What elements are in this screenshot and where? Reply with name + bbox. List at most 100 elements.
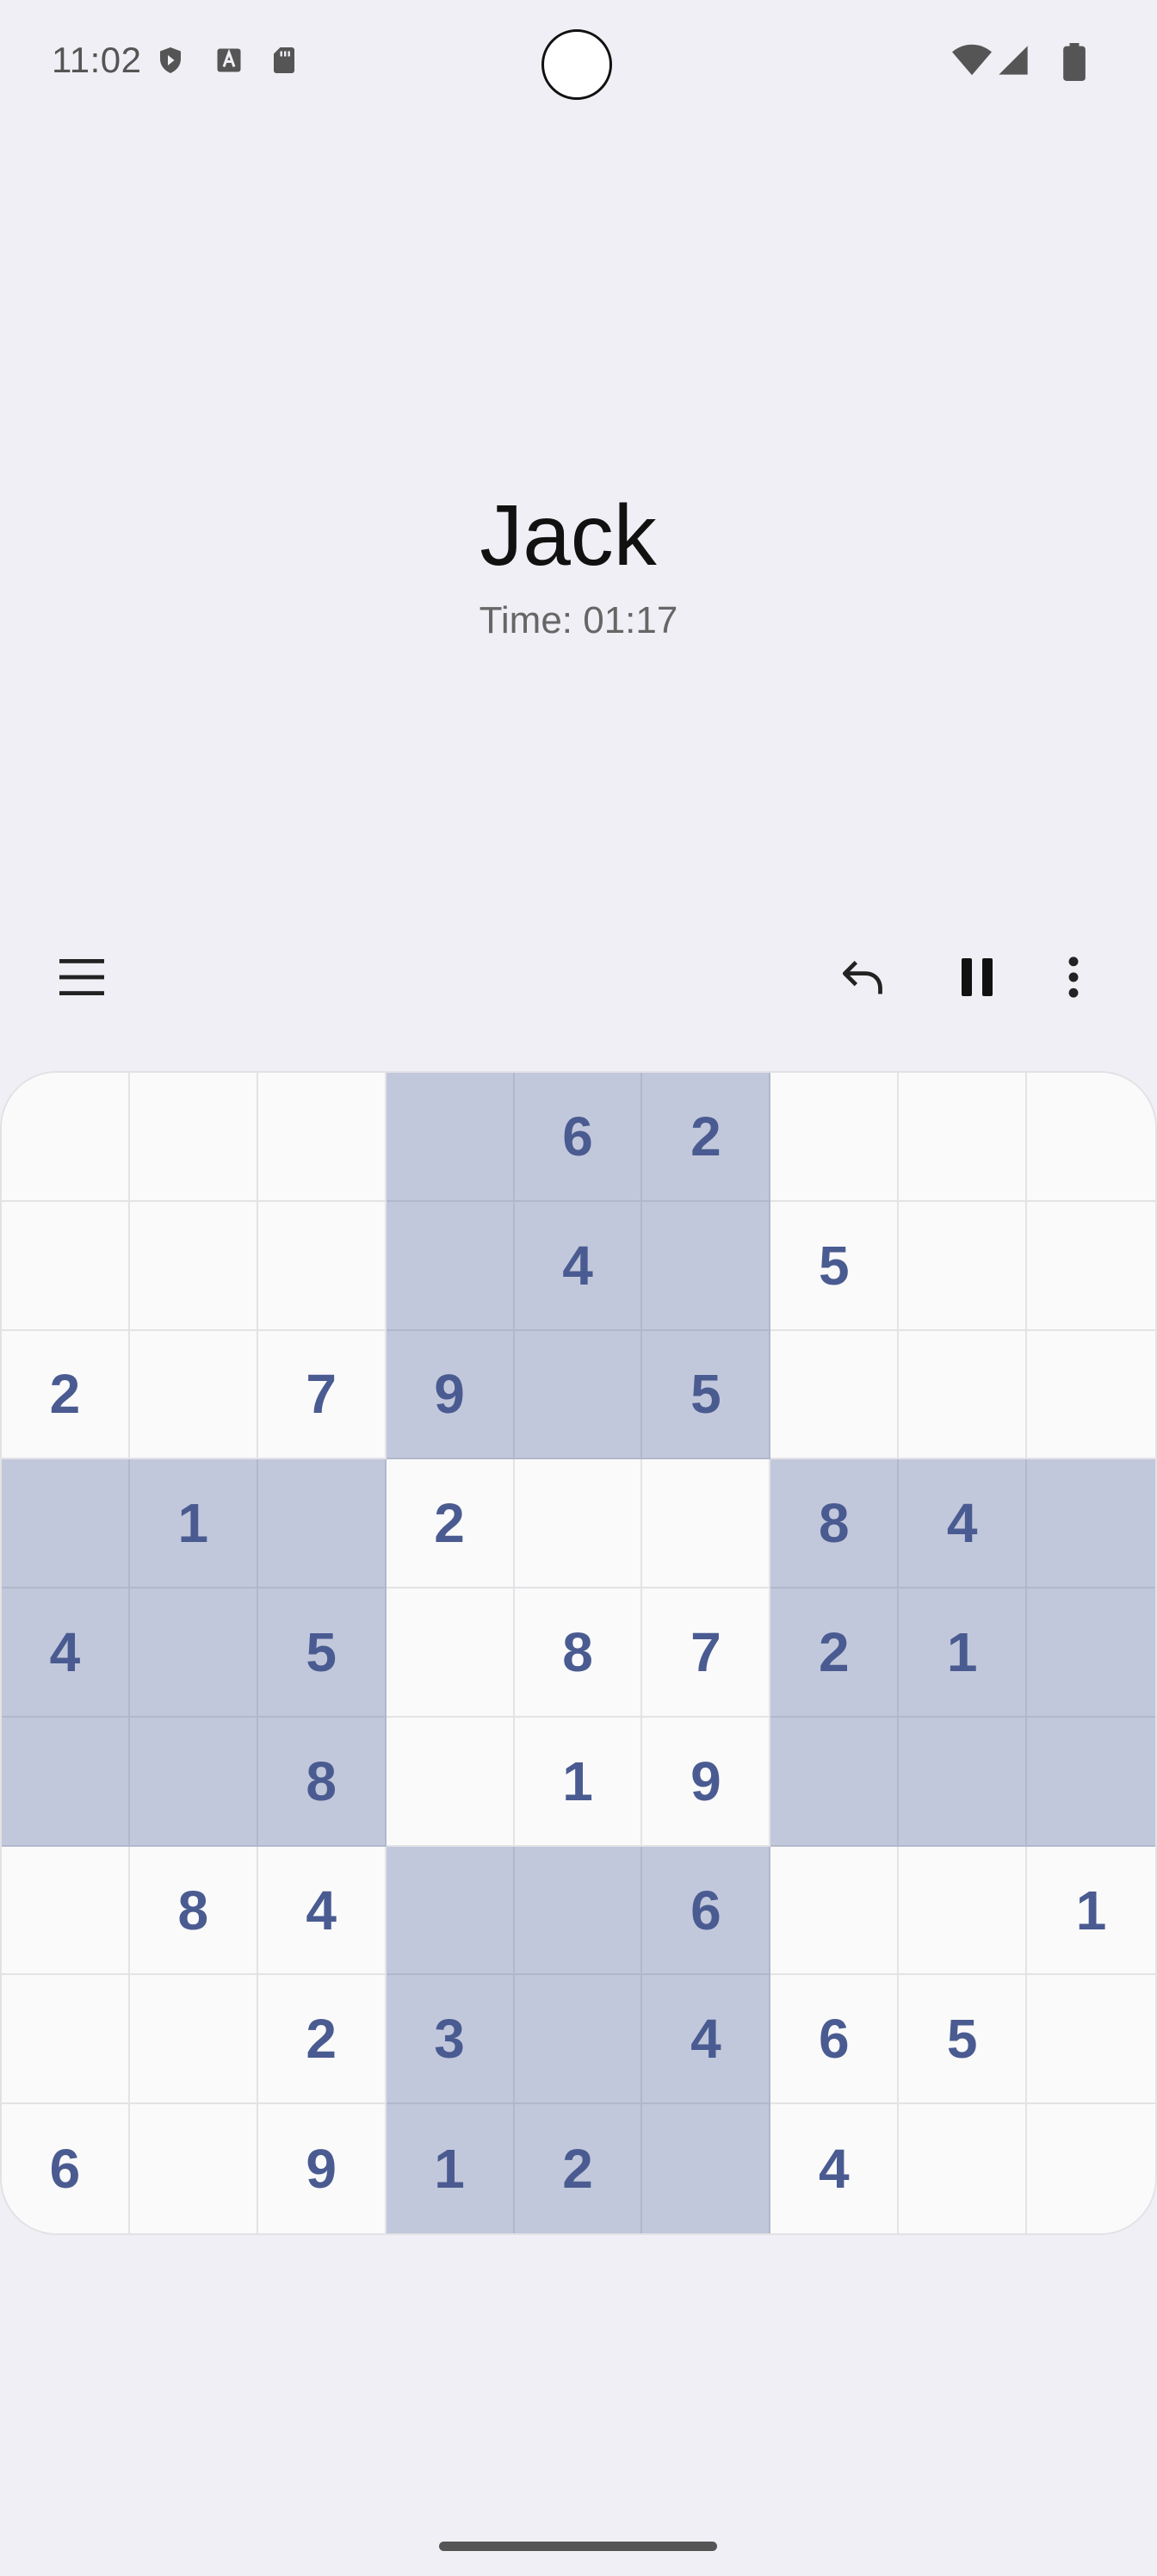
- cell-r5-c5[interactable]: 8: [514, 1588, 643, 1718]
- cell-r1-c6[interactable]: 2: [642, 1073, 771, 1202]
- cell-r6-c7[interactable]: [770, 1717, 900, 1847]
- cell-r1-c2[interactable]: [129, 1073, 258, 1202]
- cell-r8-c1[interactable]: [2, 1975, 130, 2105]
- cell-r2-c9[interactable]: [1027, 1201, 1155, 1331]
- cell-r9-c1[interactable]: 6: [2, 2104, 130, 2233]
- sudoku-board: 62452795128445872181984612346569124: [2, 1073, 1155, 2233]
- cell-r4-c6[interactable]: [642, 1459, 771, 1589]
- cell-r8-c2[interactable]: [129, 1975, 258, 2105]
- cell-r3-c8[interactable]: [899, 1330, 1028, 1460]
- cell-r1-c9[interactable]: [1027, 1073, 1155, 1202]
- cell-r1-c5[interactable]: 6: [514, 1073, 643, 1202]
- camera-cutout: [541, 29, 612, 100]
- cell-r9-c5[interactable]: 2: [514, 2104, 643, 2233]
- cell-r2-c3[interactable]: [257, 1201, 387, 1331]
- cell-r5-c7[interactable]: 2: [770, 1588, 900, 1718]
- cell-r6-c4[interactable]: [386, 1717, 515, 1847]
- cell-r8-c9[interactable]: [1027, 1975, 1155, 2105]
- cell-r3-c7[interactable]: [770, 1330, 900, 1460]
- cell-r6-c3[interactable]: 8: [257, 1717, 387, 1847]
- sudoku-grid: 62452795128445872181984612346569124: [2, 1073, 1155, 2233]
- cell-r8-c5[interactable]: [514, 1975, 643, 2105]
- cell-r9-c2[interactable]: [129, 2104, 258, 2233]
- cell-r2-c6[interactable]: [642, 1201, 771, 1331]
- cell-r9-c6[interactable]: [642, 2104, 771, 2233]
- cell-r6-c5[interactable]: 1: [514, 1717, 643, 1847]
- cell-r4-c8[interactable]: 4: [899, 1459, 1028, 1589]
- cell-r1-c3[interactable]: [257, 1073, 387, 1202]
- cell-r3-c5[interactable]: [514, 1330, 643, 1460]
- cell-r7-c4[interactable]: [386, 1846, 515, 1976]
- cell-r5-c2[interactable]: [129, 1588, 258, 1718]
- cell-r5-c9[interactable]: [1027, 1588, 1155, 1718]
- cell-r4-c4[interactable]: 2: [386, 1459, 515, 1589]
- cell-r7-c6[interactable]: 6: [642, 1846, 771, 1976]
- cell-r9-c8[interactable]: [899, 2104, 1028, 2233]
- cell-r1-c4[interactable]: [386, 1073, 515, 1202]
- cell-r4-c3[interactable]: [257, 1459, 387, 1589]
- cell-r8-c7[interactable]: 6: [770, 1975, 900, 2105]
- cell-r2-c8[interactable]: [899, 1201, 1028, 1331]
- sd-card-icon: [274, 47, 294, 73]
- sudoku-screen: 11:02 Jack Time: 01:17 6 2 4 5 2 7 9 5 1…: [0, 0, 1157, 2576]
- game-timer: Time: 01:17: [479, 599, 678, 641]
- cell-r9-c7[interactable]: 4: [770, 2104, 900, 2233]
- cell-r8-c4[interactable]: 3: [386, 1975, 515, 2105]
- cell-r6-c8[interactable]: [899, 1717, 1028, 1847]
- cell-r9-c3[interactable]: 9: [257, 2104, 387, 2233]
- pause-icon: [962, 958, 993, 996]
- cell-r7-c9[interactable]: 1: [1027, 1846, 1155, 1976]
- gesture-nav-handle[interactable]: [439, 2542, 717, 2551]
- cell-r3-c2[interactable]: [129, 1330, 258, 1460]
- cell-r5-c6[interactable]: 7: [642, 1588, 771, 1718]
- cell-r3-c4[interactable]: 9: [386, 1330, 515, 1460]
- cell-r3-c1[interactable]: 2: [2, 1330, 130, 1460]
- cell-r5-c8[interactable]: 1: [899, 1588, 1028, 1718]
- cell-r2-c7[interactable]: 5: [770, 1201, 900, 1331]
- undo-icon: [842, 960, 882, 994]
- cell-r6-c1[interactable]: [2, 1717, 130, 1847]
- cell-r5-c4[interactable]: [386, 1588, 515, 1718]
- cell-r3-c9[interactable]: [1027, 1330, 1155, 1460]
- more-vert-icon: [1068, 957, 1079, 998]
- cell-r4-c2[interactable]: 1: [129, 1459, 258, 1589]
- cell-r6-c9[interactable]: [1027, 1717, 1155, 1847]
- cell-r3-c6[interactable]: 5: [642, 1330, 771, 1460]
- shield-icon: [160, 47, 181, 73]
- cell-r9-c9[interactable]: [1027, 2104, 1155, 2233]
- cell-r2-c4[interactable]: [386, 1201, 515, 1331]
- cell-r8-c6[interactable]: 4: [642, 1975, 771, 2105]
- status-time: 11:02: [52, 40, 142, 80]
- cell-r7-c2[interactable]: 8: [129, 1846, 258, 1976]
- cell-r2-c1[interactable]: [2, 1201, 130, 1331]
- cell-r4-c9[interactable]: [1027, 1459, 1155, 1589]
- more-options-button[interactable]: [1043, 947, 1104, 1007]
- cell-r8-c8[interactable]: 5: [899, 1975, 1028, 2105]
- menu-button[interactable]: [52, 947, 112, 1007]
- pause-button[interactable]: [947, 947, 1007, 1007]
- cell-r6-c6[interactable]: 9: [642, 1717, 771, 1847]
- cell-r2-c2[interactable]: [129, 1201, 258, 1331]
- cell-r7-c8[interactable]: [899, 1846, 1028, 1976]
- cell-r7-c1[interactable]: [2, 1846, 130, 1976]
- status-bar: 11:02: [0, 0, 1157, 129]
- cell-r7-c7[interactable]: [770, 1846, 900, 1976]
- cell-r5-c1[interactable]: 4: [2, 1588, 130, 1718]
- undo-button[interactable]: [833, 947, 894, 1007]
- cell-r1-c8[interactable]: [899, 1073, 1028, 1202]
- cell-r1-c7[interactable]: [770, 1073, 900, 1202]
- cell-r7-c3[interactable]: 4: [257, 1846, 387, 1976]
- signal-icon: [999, 46, 1028, 75]
- cell-r4-c1[interactable]: [2, 1459, 130, 1589]
- cell-r1-c1[interactable]: [2, 1073, 130, 1202]
- cell-r9-c4[interactable]: 1: [386, 2104, 515, 2233]
- cell-r7-c5[interactable]: [514, 1846, 643, 1976]
- cell-r8-c3[interactable]: 2: [257, 1975, 387, 2105]
- cell-r3-c3[interactable]: 7: [257, 1330, 387, 1460]
- cell-r6-c2[interactable]: [129, 1717, 258, 1847]
- cell-r4-c7[interactable]: 8: [770, 1459, 900, 1589]
- cell-r4-c5[interactable]: [514, 1459, 643, 1589]
- cell-r2-c5[interactable]: 4: [514, 1201, 643, 1331]
- font-icon: [217, 48, 241, 72]
- cell-r5-c3[interactable]: 5: [257, 1588, 387, 1718]
